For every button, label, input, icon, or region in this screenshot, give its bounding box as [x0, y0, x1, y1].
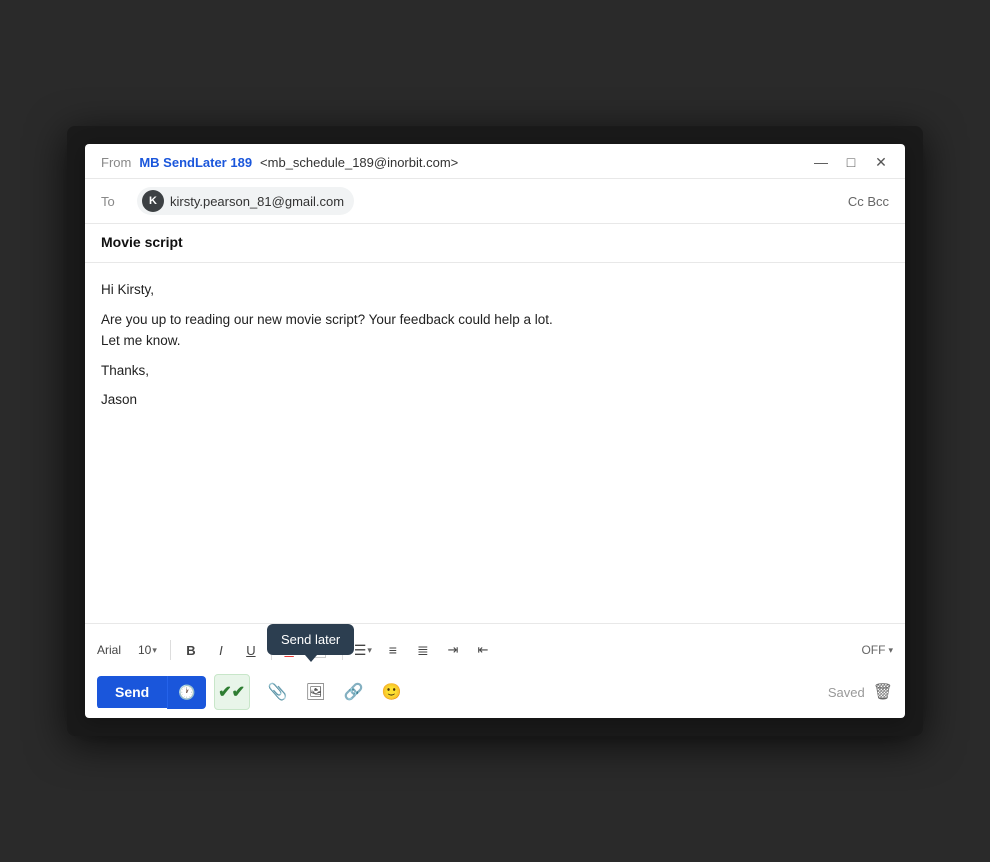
link-icon: 🔗 [344, 682, 364, 702]
off-badge: OFF ▾ [861, 643, 893, 657]
bottom-toolbar-icons: 📎 🖼 🔗 🙂 [262, 676, 408, 708]
sender-name: MB SendLater 189 [139, 155, 252, 170]
check-button[interactable]: ✔✔ [214, 674, 250, 710]
align-icon: ☰ [354, 642, 367, 659]
emoji-icon: 🙂 [382, 682, 402, 702]
outdent-button[interactable]: ⇤ [469, 636, 497, 664]
separator-3 [342, 640, 343, 660]
clock-icon: 🕐 [178, 684, 195, 701]
highlight-color-dropdown[interactable]: A ▾ [308, 636, 336, 664]
outdent-icon: ⇤ [477, 642, 488, 658]
window-shadow: From MB SendLater 189 <mb_schedule_189@i… [67, 126, 923, 736]
text-color-chevron-icon: ▾ [295, 645, 300, 656]
body-thanks: Thanks, [101, 360, 889, 382]
highlight-color-icon: A [312, 642, 327, 658]
minimize-button[interactable]: — [813, 154, 829, 170]
separator-1 [170, 640, 171, 660]
subject-text: Movie script [101, 234, 183, 250]
send-button-group: Send 🕐 [97, 676, 206, 709]
title-bar: From MB SendLater 189 <mb_schedule_189@i… [85, 144, 905, 179]
indent-icon: ⇥ [447, 642, 458, 658]
send-toolbar: Send later Send 🕐 ✔✔ 📎 [97, 670, 893, 712]
indent-button[interactable]: ⇥ [439, 636, 467, 664]
align-dropdown[interactable]: ☰ ▾ [349, 636, 377, 664]
unordered-list-icon: ≣ [417, 642, 429, 659]
from-label: From [101, 155, 131, 170]
sender-email: <mb_schedule_189@inorbit.com> [260, 155, 458, 170]
delete-button[interactable]: 🗑 [873, 682, 893, 702]
cc-bcc-button[interactable]: Cc Bcc [848, 194, 889, 209]
image-icon: 🖼 [306, 682, 326, 702]
formatting-toolbar: Arial 10 ▾ B I U A ▾ A ▾ [97, 632, 893, 670]
italic-button[interactable]: I [207, 636, 235, 664]
check-icon: ✔✔ [218, 682, 245, 702]
bold-button[interactable]: B [177, 636, 205, 664]
compose-window: From MB SendLater 189 <mb_schedule_189@i… [85, 144, 905, 718]
recipient-chip[interactable]: K kirsty.pearson_81@gmail.com [137, 187, 354, 215]
off-chevron-icon: ▾ [888, 645, 893, 656]
off-label: OFF [861, 643, 885, 657]
send-later-button[interactable]: 🕐 [167, 676, 205, 709]
body-line2: Are you up to reading our new movie scri… [101, 309, 889, 352]
attach-icon: 📎 [268, 682, 288, 702]
text-color-icon: A [284, 643, 293, 658]
body-name: Jason [101, 389, 889, 411]
compose-body[interactable]: Hi Kirsty, Are you up to reading our new… [85, 263, 905, 623]
underline-button[interactable]: U [237, 636, 265, 664]
toolbar-area: Arial 10 ▾ B I U A ▾ A ▾ [85, 623, 905, 718]
close-button[interactable]: ✕ [873, 154, 889, 170]
title-bar-controls: — □ ✕ [813, 154, 889, 170]
font-size-dropdown[interactable]: 10 ▾ [135, 643, 160, 657]
recipient-email: kirsty.pearson_81@gmail.com [170, 194, 344, 209]
to-row: To K kirsty.pearson_81@gmail.com Cc Bcc [85, 179, 905, 224]
ordered-list-button[interactable]: ≡ [379, 636, 407, 664]
font-name-label: Arial [97, 643, 129, 657]
saved-status: Saved 🗑 [828, 682, 893, 702]
font-size-value: 10 [138, 643, 151, 657]
image-button[interactable]: 🖼 [300, 676, 332, 708]
unordered-list-button[interactable]: ≣ [409, 636, 437, 664]
send-label: Send [115, 684, 149, 700]
attach-button[interactable]: 📎 [262, 676, 294, 708]
subject-row: Movie script [85, 224, 905, 263]
highlight-chevron-icon: ▾ [327, 645, 332, 656]
text-color-dropdown[interactable]: A ▾ [278, 636, 306, 664]
to-label: To [101, 194, 125, 209]
saved-text: Saved [828, 685, 865, 700]
align-chevron-icon: ▾ [367, 645, 372, 656]
link-button[interactable]: 🔗 [338, 676, 370, 708]
body-greeting: Hi Kirsty, [101, 279, 889, 301]
emoji-button[interactable]: 🙂 [376, 676, 408, 708]
ordered-list-icon: ≡ [389, 642, 397, 658]
separator-2 [271, 640, 272, 660]
title-bar-left: From MB SendLater 189 <mb_schedule_189@i… [101, 155, 458, 170]
font-size-chevron-icon: ▾ [152, 645, 157, 656]
send-button[interactable]: Send [97, 676, 167, 708]
recipient-avatar: K [142, 190, 164, 212]
maximize-button[interactable]: □ [843, 154, 859, 170]
